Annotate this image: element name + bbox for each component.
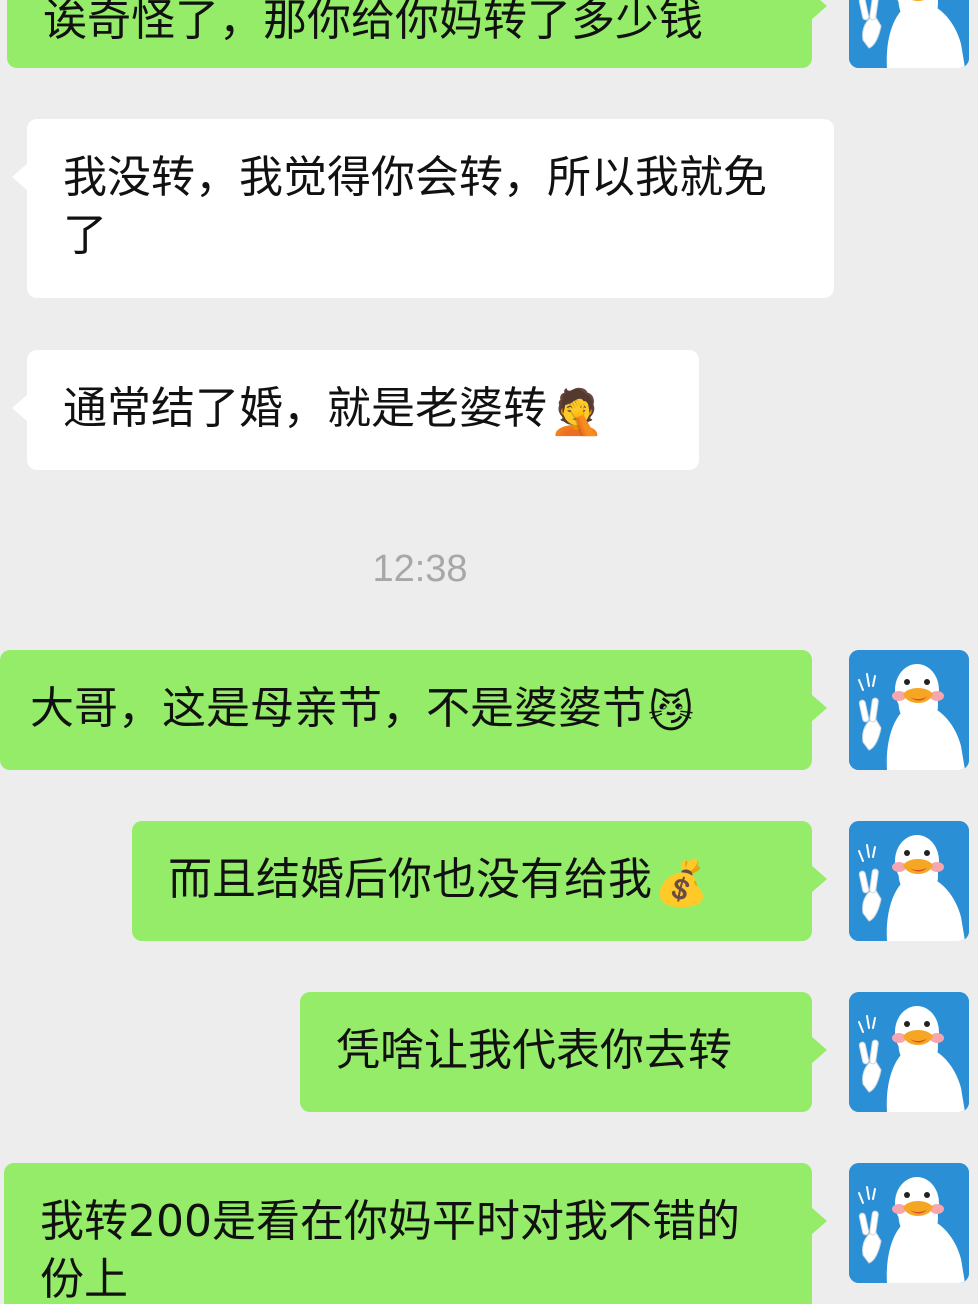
user-avatar[interactable]	[849, 1163, 969, 1283]
message-text: 诶奇怪了，那你给你妈转了多少钱	[43, 0, 703, 46]
message-bubble-incoming[interactable]: 通常结了婚，就是老婆转🤦	[12, 350, 699, 470]
duck-victory-sign-icon	[849, 650, 969, 770]
user-avatar[interactable]	[849, 821, 969, 941]
message-text: 我转200是看在你妈平时对我不错的份上	[40, 1196, 740, 1304]
user-avatar[interactable]	[849, 650, 969, 770]
cat-face-emoji-icon: 😼	[648, 687, 694, 738]
message-text: 凭啥让我代表你去转	[336, 1025, 732, 1076]
duck-victory-sign-icon	[849, 821, 969, 941]
face-palm-emoji-icon: 🤦	[549, 387, 604, 438]
chat-view[interactable]: 诶奇怪了，那你给你妈转了多少钱 我没转，我觉得你会转，所以我就免了 通常结了婚，…	[0, 0, 978, 1304]
message-bubble-incoming[interactable]: 我没转，我觉得你会转，所以我就免了	[12, 119, 834, 298]
message-bubble-outgoing[interactable]: 而且结婚后你也没有给我💰	[132, 821, 827, 941]
duck-victory-sign-icon	[849, 1163, 969, 1283]
duck-victory-sign-icon	[849, 992, 969, 1112]
user-avatar[interactable]	[849, 0, 969, 68]
message-text: 通常结了婚，就是老婆转	[63, 383, 547, 434]
user-avatar[interactable]	[849, 992, 969, 1112]
chat-timestamp: 12:38	[372, 548, 468, 590]
message-bubble-outgoing[interactable]: 凭啥让我代表你去转	[300, 992, 827, 1112]
message-bubble-outgoing[interactable]: 诶奇怪了，那你给你妈转了多少钱	[7, 0, 827, 68]
money-bag-emoji-icon: 💰	[654, 858, 709, 909]
message-bubble-outgoing[interactable]: 我转200是看在你妈平时对我不错的份上	[4, 1163, 827, 1304]
message-text: 我没转，我觉得你会转，所以我就免了	[63, 152, 767, 261]
message-text: 而且结婚后你也没有给我	[168, 854, 652, 905]
message-bubble-outgoing[interactable]: 大哥，这是母亲节，不是婆婆节😼	[0, 650, 827, 770]
message-text: 大哥，这是母亲节，不是婆婆节	[30, 683, 646, 734]
duck-victory-sign-icon	[849, 0, 969, 68]
